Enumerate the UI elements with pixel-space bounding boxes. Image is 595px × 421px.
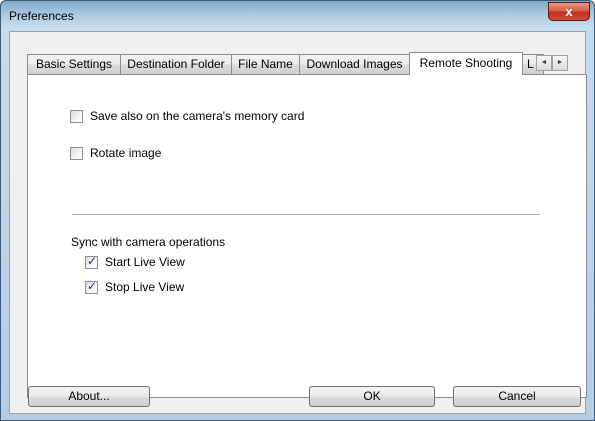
separator (72, 214, 540, 216)
ok-button[interactable]: OK (309, 386, 435, 407)
save-on-card-checkbox[interactable] (70, 109, 83, 123)
tab-remote-shooting[interactable]: Remote Shooting (409, 52, 523, 75)
stop-live-view-checkbox[interactable] (85, 279, 98, 294)
start-live-view-option[interactable]: Start Live View (85, 254, 185, 269)
save-on-card-label: Save also on the camera's memory card (90, 109, 305, 123)
arrow-left-icon: ◄ (540, 59, 548, 66)
dialog-client-area: Basic Settings Destination Folder File N… (9, 31, 587, 414)
tab-basic-settings[interactable]: Basic Settings (27, 54, 121, 74)
start-live-view-label: Start Live View (105, 255, 185, 269)
tab-file-name[interactable]: File Name (231, 54, 300, 74)
cancel-button[interactable]: Cancel (453, 386, 581, 407)
title-bar[interactable]: Preferences x (1, 1, 594, 31)
stop-live-view-label: Stop Live View (105, 280, 185, 294)
rotate-image-option[interactable]: Rotate image (70, 146, 161, 160)
tab-download-images[interactable]: Download Images (299, 54, 410, 74)
tab-scroll-left-button[interactable]: ◄ (536, 55, 552, 71)
start-live-view-checkbox[interactable] (85, 254, 98, 269)
rotate-image-label: Rotate image (90, 146, 162, 160)
preferences-window: Preferences x Basic Settings Destination… (0, 0, 595, 421)
window-title: Preferences (9, 9, 74, 23)
sync-section-label: Sync with camera operations (71, 235, 226, 249)
remote-shooting-panel: Save also on the camera's memory card Ro… (27, 74, 587, 398)
close-button[interactable]: x (548, 2, 590, 21)
about-button[interactable]: About... (28, 386, 150, 407)
tab-bar: Basic Settings Destination Folder File N… (27, 52, 587, 75)
stop-live-view-option[interactable]: Stop Live View (85, 279, 185, 294)
close-icon: x (565, 4, 573, 19)
tab-scroll-right-button[interactable]: ► (552, 55, 568, 71)
arrow-right-icon: ► (556, 59, 564, 66)
tab-destination-folder[interactable]: Destination Folder (120, 54, 232, 74)
save-on-card-option[interactable]: Save also on the camera's memory card (70, 109, 304, 123)
rotate-image-checkbox[interactable] (70, 146, 83, 160)
